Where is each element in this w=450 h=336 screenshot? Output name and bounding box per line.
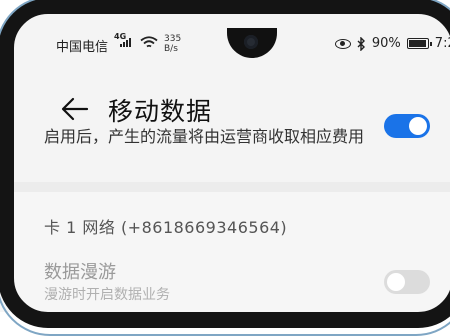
signal-icon bbox=[120, 38, 131, 47]
wifi-icon bbox=[140, 36, 158, 48]
network-speed: 335 B/s bbox=[164, 34, 181, 54]
back-arrow-icon[interactable] bbox=[60, 94, 90, 124]
status-bar: 中国电信 4G 335 B/s 90% 7:24 bbox=[14, 14, 450, 64]
toggle-knob bbox=[387, 273, 405, 291]
eye-icon bbox=[334, 38, 351, 49]
front-camera-icon bbox=[244, 35, 258, 49]
battery-icon bbox=[406, 38, 432, 49]
mobile-data-description: 启用后，产生的流量将由运营商收取相应费用 bbox=[44, 127, 365, 146]
battery-percent: 90% bbox=[371, 36, 401, 51]
data-roaming-title: 数据漫游 bbox=[44, 262, 116, 283]
page-title: 移动数据 bbox=[108, 97, 213, 126]
network-speed-value: 335 bbox=[164, 34, 182, 44]
data-roaming-toggle[interactable] bbox=[384, 270, 430, 294]
mobile-data-toggle[interactable] bbox=[384, 114, 430, 138]
camera-notch bbox=[227, 28, 277, 58]
status-right: 90% 7:24 bbox=[334, 36, 450, 51]
toggle-knob bbox=[409, 117, 427, 135]
network-speed-unit: B/s bbox=[164, 44, 178, 54]
clock: 7:24 bbox=[434, 36, 450, 51]
sim-network-label: 卡 1 网络 (+8618669346564) bbox=[44, 218, 288, 237]
carrier-name: 中国电信 bbox=[56, 40, 109, 55]
bluetooth-icon bbox=[357, 36, 365, 51]
data-roaming-subtitle: 漫游时开启数据业务 bbox=[44, 287, 170, 303]
section-divider bbox=[0, 182, 450, 192]
